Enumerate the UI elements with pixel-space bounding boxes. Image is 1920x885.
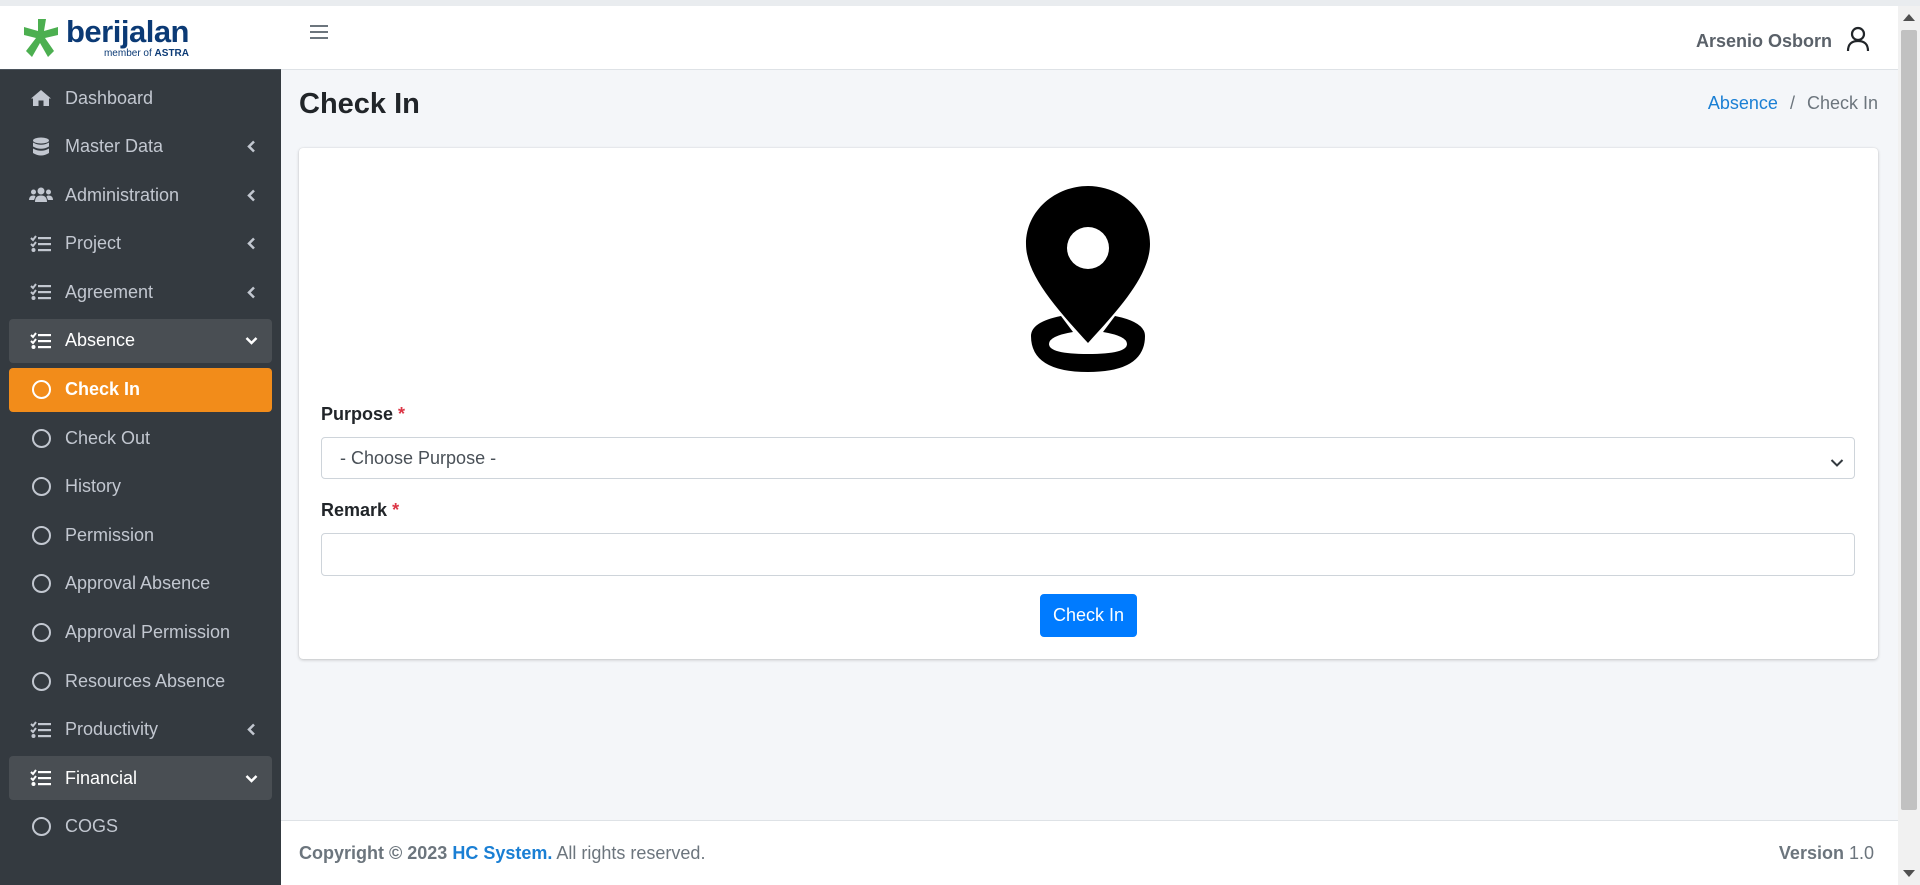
page-scrollbar[interactable] bbox=[1898, 6, 1920, 885]
sidebar-item-label: Productivity bbox=[65, 719, 159, 740]
chevron-left-icon bbox=[244, 723, 258, 737]
sidebar-item-history[interactable]: History bbox=[9, 465, 272, 509]
sidebar-item-agreement[interactable]: Agreement bbox=[9, 270, 272, 314]
sidebar-item-productivity[interactable]: Productivity bbox=[9, 708, 272, 752]
sidebar: berijalan member of ASTRA Dashboard Mast… bbox=[0, 6, 281, 885]
circle-icon bbox=[31, 574, 51, 594]
sidebar-item-absence[interactable]: Absence bbox=[9, 318, 272, 363]
circle-icon bbox=[31, 525, 51, 545]
sidebar-item-project[interactable]: Project bbox=[9, 222, 272, 266]
tasks-icon bbox=[29, 282, 53, 302]
sidebar-item-master-data[interactable]: Master Data bbox=[9, 125, 272, 169]
page-title: Check In bbox=[299, 88, 420, 120]
purpose-label: Purpose * bbox=[321, 404, 406, 424]
map-marker-icon bbox=[1021, 186, 1155, 387]
chevron-down-icon bbox=[244, 771, 258, 785]
sidebar-item-label: Check In bbox=[65, 379, 141, 400]
home-icon bbox=[29, 88, 53, 108]
sidebar-item-label: Approval Absence bbox=[65, 573, 211, 594]
chevron-left-icon bbox=[244, 140, 258, 154]
sidebar-item-label: Agreement bbox=[65, 281, 154, 302]
purpose-select[interactable]: - Choose Purpose - bbox=[321, 437, 1855, 479]
database-icon bbox=[29, 137, 53, 157]
sidebar-item-label: Absence bbox=[65, 330, 136, 351]
tasks-icon bbox=[29, 331, 53, 351]
sidebar-item-check-out[interactable]: Check Out bbox=[9, 416, 272, 460]
chevron-left-icon bbox=[244, 285, 258, 299]
circle-icon bbox=[31, 671, 51, 691]
sidebar-item-label: Check Out bbox=[65, 427, 151, 448]
sidebar-item-financial[interactable]: Financial bbox=[9, 756, 272, 801]
users-icon bbox=[29, 185, 53, 205]
sidebar-item-check-in[interactable]: Check In bbox=[9, 367, 272, 412]
sidebar-item-label: COGS bbox=[65, 816, 119, 837]
footer: Copyright © 2023 HC System. All rights r… bbox=[281, 820, 1898, 885]
chevron-left-icon bbox=[244, 237, 258, 251]
sidebar-item-dashboard[interactable]: Dashboard bbox=[9, 76, 272, 120]
sidebar-item-permission[interactable]: Permission bbox=[9, 513, 272, 557]
company-link[interactable]: HC System. bbox=[452, 843, 552, 863]
scroll-thumb[interactable] bbox=[1901, 30, 1917, 810]
purpose-selected-value: - Choose Purpose - bbox=[340, 447, 497, 468]
sidebar-item-label: History bbox=[65, 476, 122, 497]
check-in-button[interactable]: Check In bbox=[1040, 594, 1137, 637]
version-info: Version 1.0 bbox=[1778, 842, 1874, 863]
sidebar-item-label: Permission bbox=[65, 524, 155, 545]
sidebar-item-label: Administration bbox=[65, 184, 180, 205]
chevron-down-icon bbox=[1830, 452, 1844, 473]
chevron-down-icon bbox=[244, 334, 258, 348]
sidebar-item-approval-absence[interactable]: Approval Absence bbox=[9, 562, 272, 606]
scroll-down-arrow-icon[interactable] bbox=[1903, 870, 1915, 877]
circle-icon bbox=[31, 623, 51, 643]
scroll-up-arrow-icon[interactable] bbox=[1903, 14, 1915, 21]
sidebar-item-approval-permission[interactable]: Approval Permission bbox=[9, 611, 272, 655]
sidebar-item-label: Resources Absence bbox=[65, 670, 226, 691]
copyright: Copyright © 2023 HC System. All rights r… bbox=[299, 842, 706, 863]
circle-icon bbox=[31, 817, 51, 837]
user-name: Arsenio Osborn bbox=[1695, 31, 1832, 51]
brand-name: berijalan bbox=[66, 14, 190, 49]
sidebar-item-label: Dashboard bbox=[65, 87, 154, 108]
remark-input[interactable] bbox=[321, 533, 1855, 576]
hamburger-menu-icon[interactable] bbox=[310, 25, 328, 41]
breadcrumb: Absence / Check In bbox=[1708, 93, 1878, 114]
circle-icon bbox=[31, 477, 51, 497]
tasks-icon bbox=[29, 768, 53, 788]
brand-logo[interactable]: berijalan member of ASTRA bbox=[0, 6, 281, 70]
breadcrumb-current: Check In bbox=[1806, 93, 1878, 113]
sidebar-item-administration[interactable]: Administration bbox=[9, 173, 272, 217]
sidebar-item-resources-absence[interactable]: Resources Absence bbox=[9, 659, 272, 703]
sidebar-item-label: Master Data bbox=[65, 136, 164, 157]
breadcrumb-link-absence[interactable]: Absence bbox=[1708, 93, 1778, 114]
sidebar-item-label: Financial bbox=[65, 767, 138, 788]
sidebar-item-label: Project bbox=[65, 233, 122, 254]
circle-icon bbox=[31, 428, 51, 448]
breadcrumb-separator: / bbox=[1789, 93, 1795, 113]
user-icon bbox=[1846, 26, 1870, 57]
tasks-icon bbox=[29, 234, 53, 254]
required-mark: * bbox=[392, 500, 400, 520]
required-mark: * bbox=[398, 404, 406, 424]
sidebar-menu: Dashboard Master Data Administration Pro… bbox=[0, 70, 281, 849]
circle-icon bbox=[31, 380, 51, 400]
top-navbar: Arsenio Osborn bbox=[281, 6, 1898, 70]
remark-label: Remark * bbox=[321, 500, 400, 520]
tasks-icon bbox=[29, 720, 53, 740]
sidebar-item-label: Approval Permission bbox=[65, 622, 231, 643]
check-in-card: Purpose * - Choose Purpose - Remark * Ch… bbox=[299, 148, 1878, 659]
berijalan-logo-icon bbox=[24, 17, 60, 59]
brand-subtitle: member of ASTRA bbox=[103, 48, 189, 59]
chevron-left-icon bbox=[244, 188, 258, 202]
sidebar-item-cogs[interactable]: COGS bbox=[9, 805, 272, 849]
user-menu[interactable]: Arsenio Osborn bbox=[1696, 26, 1870, 57]
